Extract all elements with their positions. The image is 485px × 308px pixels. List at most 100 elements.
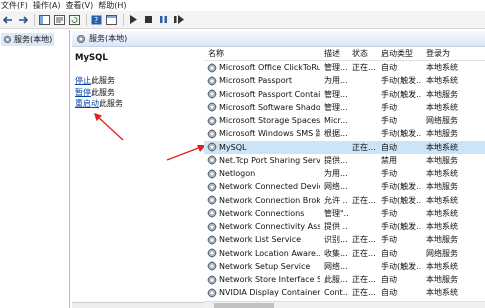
service-startup-type-cell: 自动: [381, 275, 397, 285]
service-log-on-as-cell: 网络服务: [426, 116, 458, 126]
service-status-cell: 正在...: [352, 288, 376, 298]
service-status-cell: 正在...: [352, 248, 376, 258]
console-icon[interactable]: [105, 13, 118, 26]
restart-service-icon[interactable]: [172, 13, 185, 26]
service-name-cell: Microsoft Passport: [204, 76, 320, 86]
toolbar-separator: [123, 13, 124, 26]
service-description-cell: 提供...: [324, 155, 348, 165]
table-row[interactable]: NVIDIA Display Container LS Cont... 正在... 自…: [204, 286, 485, 299]
table-row[interactable]: Microsoft Windows SMS 路... 根据... 手动(触发... 本…: [204, 127, 485, 140]
table-row[interactable]: Net.Tcp Port Sharing Service 提供... 禁用 本地服务: [204, 154, 485, 167]
service-startup-type-cell: 手动(触发...: [381, 222, 422, 232]
service-startup-type-cell: 手动(触发...: [381, 195, 422, 205]
annotation-arrow-icon: [166, 145, 206, 161]
forward-icon[interactable]: [16, 13, 29, 26]
menu-file[interactable]: 文件(F): [0, 0, 32, 11]
table-row[interactable]: Network Connections 管理"... 手动 本地系统: [204, 207, 485, 220]
table-row[interactable]: Microsoft Storage Spaces S... Micr... 手动 网络…: [204, 114, 485, 127]
service-description-cell: 允许 ...: [324, 195, 348, 205]
service-startup-type-cell: 自动: [381, 288, 397, 298]
service-gear-icon: [207, 168, 217, 179]
service-description-cell: 提供 ...: [324, 222, 348, 232]
service-gear-icon: [207, 195, 217, 205]
service-startup-type-cell: 自动: [381, 248, 397, 258]
link-suffix: 此服务: [91, 76, 115, 85]
description-pane: MySQL 停止此服务 暂停此服务 重启动此服务: [72, 47, 202, 308]
help-icon[interactable]: ?: [90, 13, 103, 26]
back-icon[interactable]: [1, 13, 14, 26]
table-row[interactable]: Netlogon 为用... 手动 本地系统: [204, 167, 485, 180]
service-startup-type-cell: 手动: [381, 208, 397, 218]
pause-service-icon[interactable]: [157, 13, 170, 26]
service-title: MySQL: [75, 53, 108, 63]
menu-help[interactable]: 帮助(H): [97, 0, 130, 11]
service-description-cell: 网络...: [324, 261, 348, 271]
service-status-cell: 正在...: [352, 142, 376, 152]
service-log-on-as-cell: 本地系统: [426, 102, 458, 112]
column-header-description[interactable]: 描述: [320, 48, 348, 59]
service-startup-type-cell: 手动: [381, 169, 397, 179]
service-log-on-as-cell: 本地服务: [426, 275, 458, 285]
menu-view[interactable]: 查看(V): [65, 0, 98, 11]
start-service-icon[interactable]: [127, 13, 140, 26]
table-row[interactable]: Microsoft Software Shado... 管理... 手动 本地系统: [204, 101, 485, 114]
table-row[interactable]: Network Connected Devic... 网络... 手动(触发... 本…: [204, 180, 485, 193]
service-gear-icon: [207, 62, 217, 73]
column-header-name[interactable]: 名称: [204, 48, 320, 59]
service-startup-type-cell: 手动: [381, 116, 397, 126]
service-name-cell: Network Setup Service: [204, 261, 320, 272]
service-name: Network Store Interface Se...: [219, 275, 320, 285]
menu-action[interactable]: 操作(A): [32, 0, 65, 11]
service-name: Microsoft Storage Spaces S...: [219, 116, 320, 126]
service-name-cell: Microsoft Software Shado...: [204, 102, 320, 113]
service-name-cell: Network Location Aware...: [204, 248, 320, 258]
service-name: Netlogon: [219, 169, 256, 179]
service-status-cell: 正在...: [352, 235, 376, 245]
show-hide-tree-icon[interactable]: [38, 13, 51, 26]
menu-bar: 文件(F) 操作(A) 查看(V) 帮助(H): [0, 0, 485, 11]
service-name: MySQL: [219, 142, 247, 152]
table-row[interactable]: Microsoft Passport Container 管理... 手动(触发..…: [204, 88, 485, 101]
service-name-cell: Netlogon: [204, 168, 320, 179]
scrollbar-thumb[interactable]: [214, 303, 274, 308]
column-header-log-on-as[interactable]: 登录为: [422, 48, 485, 59]
service-log-on-as-cell: 本地系统: [426, 142, 458, 152]
refresh-icon[interactable]: [68, 13, 81, 26]
table-row[interactable]: Network List Service 识别... 正在... 手动 本地服务: [204, 233, 485, 246]
table-row[interactable]: Network Setup Service 网络... 手动(触发... 本地系统: [204, 260, 485, 273]
tree-item-label: 服务(本地): [14, 35, 53, 44]
services-header: 服务(本地): [72, 31, 485, 47]
service-description-cell: 为用...: [324, 76, 348, 86]
pause-service-link[interactable]: 暂停: [75, 88, 91, 97]
table-row[interactable]: Network Location Aware... 收集... 正在... 自动 网络服…: [204, 247, 485, 260]
service-startup-type-cell: 手动: [381, 235, 397, 245]
table-row[interactable]: Microsoft Passport 为用... 手动(触发... 本地系统: [204, 74, 485, 87]
service-name: Network Connected Devic...: [219, 182, 320, 192]
service-log-on-as-cell: 本地系统: [426, 63, 458, 73]
service-log-on-as-cell: 本地服务: [426, 129, 458, 139]
service-name-cell: Microsoft Passport Container: [204, 89, 320, 99]
service-description-cell: 收集...: [324, 248, 348, 258]
service-name-cell: MySQL: [204, 142, 320, 152]
table-row[interactable]: Network Connection Broker 允许 ... 正在... 手动(触…: [204, 194, 485, 207]
service-gear-icon: [207, 115, 217, 126]
horizontal-scrollbar[interactable]: [204, 301, 485, 308]
tree-item-services-local[interactable]: 服务(本地): [1, 33, 55, 46]
service-log-on-as-cell: 本地系统: [426, 76, 458, 86]
restart-service-link[interactable]: 重启动: [75, 99, 99, 108]
service-name: Microsoft Passport Container: [219, 89, 320, 99]
service-name: Network List Service: [219, 235, 302, 245]
service-name: Microsoft Software Shado...: [219, 102, 320, 112]
service-name-cell: Net.Tcp Port Sharing Service: [204, 155, 320, 166]
table-row[interactable]: Network Store Interface Se... 此服... 正在... 自…: [204, 273, 485, 286]
service-name-cell: Network Connectivity Assis...: [204, 221, 320, 232]
service-startup-type-cell: 自动: [381, 142, 397, 152]
table-row[interactable]: Network Connectivity Assis... 提供 ... 手动(触发…: [204, 220, 485, 233]
column-header-startup-type[interactable]: 启动类型: [377, 48, 422, 59]
stop-service-icon[interactable]: [142, 13, 155, 26]
stop-service-link[interactable]: 停止: [75, 76, 91, 85]
table-row[interactable]: MySQL 正在... 自动 本地系统: [204, 140, 485, 154]
properties-icon[interactable]: [53, 13, 66, 26]
table-row[interactable]: Microsoft Office ClickToRun... 管理... 正在...…: [204, 61, 485, 74]
column-header-status[interactable]: 状态: [348, 48, 377, 59]
